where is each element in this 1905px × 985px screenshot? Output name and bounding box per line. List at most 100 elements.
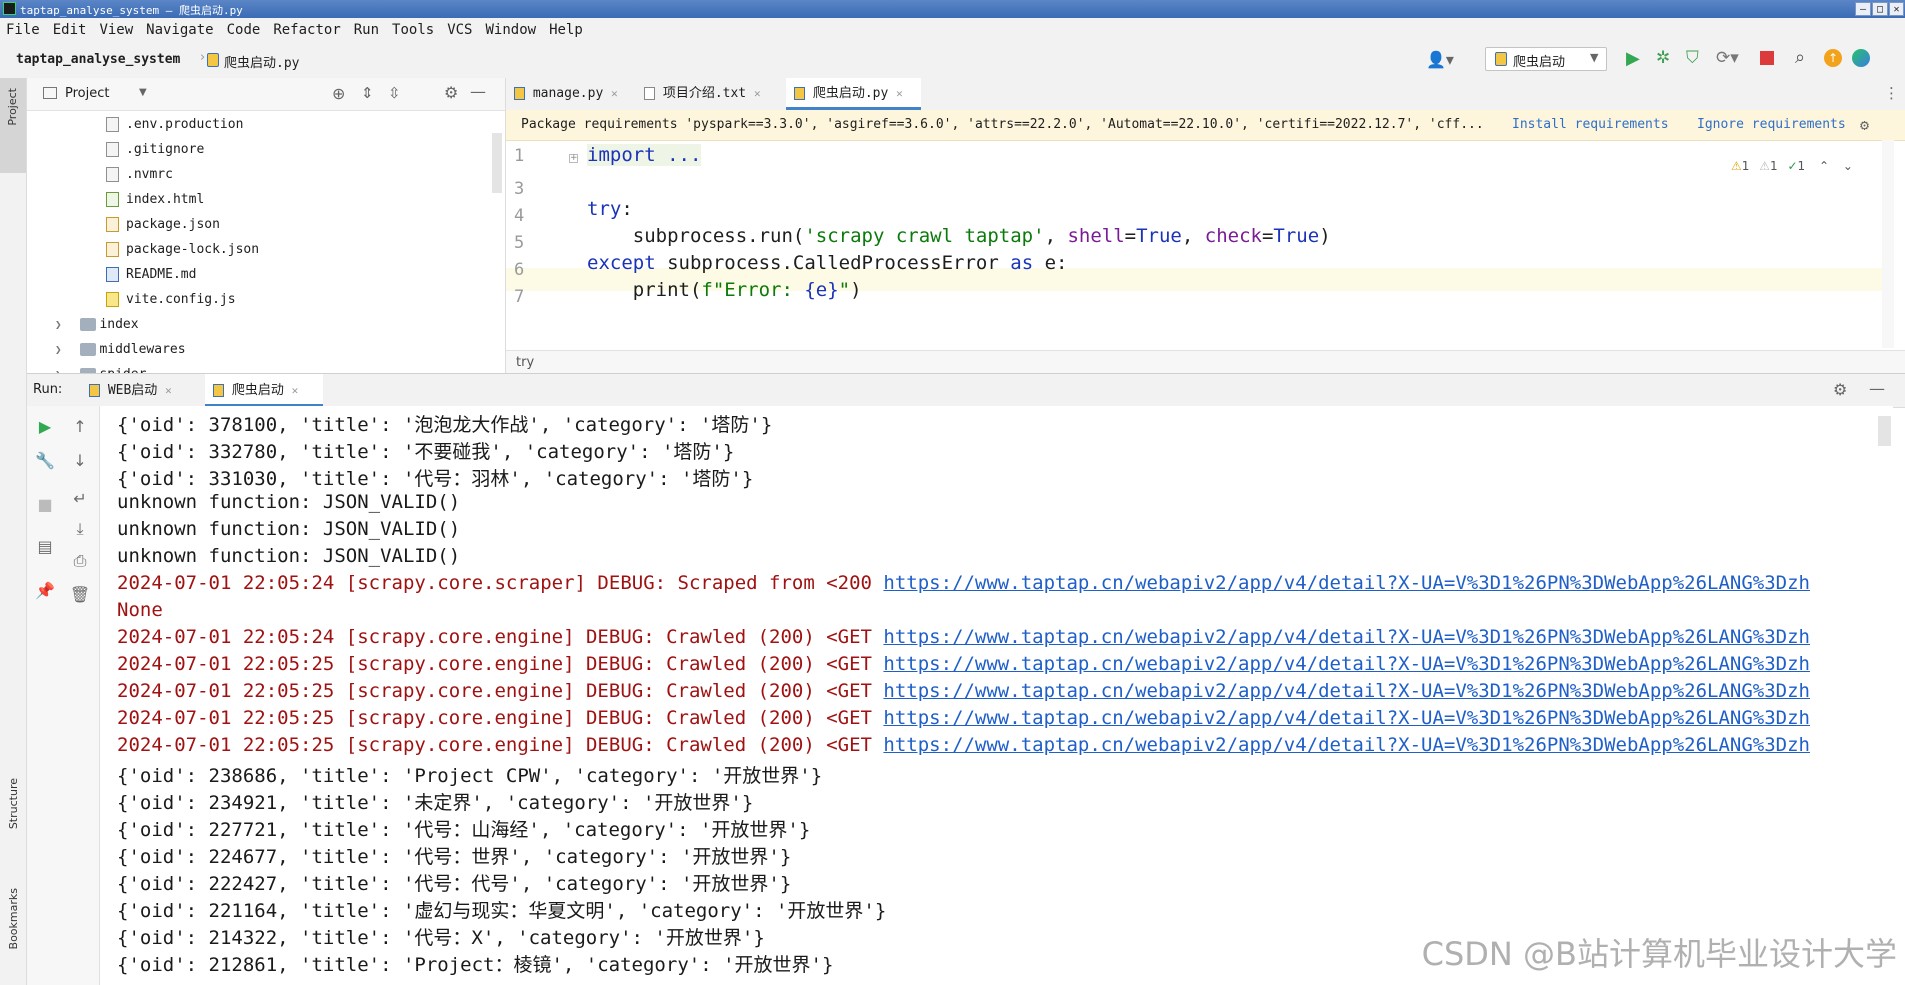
breadcrumb-item[interactable]: try [516, 351, 534, 373]
ide-logo-icon[interactable] [1852, 49, 1870, 67]
down-arrow-icon[interactable]: ↓ [69, 450, 91, 472]
expand-all-icon[interactable]: ⇕ [361, 84, 374, 102]
run-tab-web[interactable]: WEB启动 ✕ [89, 374, 199, 407]
inspection-widget[interactable]: ⚠1 ⚠1 ✓1 ⌃ ⌄ [1731, 159, 1853, 173]
tree-item[interactable]: README.md [106, 262, 196, 287]
console-link[interactable]: https://www.taptap.cn/webapiv2/app/v4/de… [883, 653, 1810, 675]
code-line-1[interactable]: import ... [587, 144, 702, 166]
trash-icon[interactable]: 🗑 [69, 584, 91, 606]
tab-spider-launch[interactable]: 爬虫启动.py ✕ [786, 78, 921, 110]
menu-view[interactable]: View [93, 22, 140, 38]
layout-icon[interactable]: ▤ [34, 536, 56, 558]
tree-item[interactable]: .gitignore [106, 137, 204, 162]
hide-panel-icon[interactable]: — [1869, 379, 1885, 398]
ignore-requirements-link[interactable]: Ignore requirements [1697, 110, 1846, 140]
profile-icon[interactable]: ⟳▾ [1716, 48, 1739, 68]
chevron-down-icon[interactable]: ⌄ [1843, 159, 1853, 173]
console-output[interactable]: {'oid': 378100, 'title': '泡泡龙大作战', 'cate… [100, 406, 1893, 985]
menu-run[interactable]: Run [348, 22, 386, 38]
console-link[interactable]: https://www.taptap.cn/webapiv2/app/v4/de… [883, 626, 1810, 648]
menu-window[interactable]: Window [480, 22, 544, 38]
menu-navigate[interactable]: Navigate [140, 22, 220, 38]
tab-manage-py[interactable]: manage.py ✕ [514, 78, 634, 110]
code-token: True [1136, 225, 1182, 247]
project-panel-title[interactable]: Project [65, 86, 109, 101]
tree-item[interactable]: package-lock.json [106, 237, 259, 262]
tree-item-label: .env.production [126, 117, 244, 132]
close-icon[interactable]: ✕ [896, 87, 903, 100]
close-icon[interactable]: ✕ [611, 87, 618, 100]
close-icon[interactable]: ✕ [292, 384, 299, 397]
tree-folder[interactable]: ❯ middlewares [55, 337, 186, 362]
stop-icon[interactable] [1760, 51, 1774, 65]
locate-icon[interactable]: ⊕ [332, 84, 345, 103]
gear-icon[interactable]: ⚙ [1833, 380, 1847, 399]
code-token: , [1181, 225, 1205, 247]
gear-icon[interactable]: ⚙ [1860, 110, 1869, 140]
code-line-6[interactable]: except subprocess.CalledProcessError as … [587, 252, 1067, 274]
maximize-button[interactable]: □ [1872, 2, 1888, 16]
tree-item[interactable]: package.json [106, 212, 220, 237]
console-link[interactable]: https://www.taptap.cn/webapiv2/app/v4/de… [883, 680, 1810, 702]
tree-folder[interactable]: ❯ index [55, 312, 139, 337]
project-tool-tab[interactable]: Project [0, 78, 26, 173]
soft-wrap-icon[interactable]: ↵ [69, 488, 91, 510]
structure-tool-tab[interactable]: Structure [7, 778, 20, 829]
console-scrollbar[interactable] [1878, 416, 1891, 446]
console-link[interactable]: https://www.taptap.cn/webapiv2/app/v4/de… [883, 572, 1810, 594]
menu-help[interactable]: Help [543, 22, 590, 38]
menu-code[interactable]: Code [221, 22, 268, 38]
rerun-icon[interactable]: ▶ [34, 416, 56, 438]
tree-item[interactable]: vite.config.js [106, 287, 236, 312]
hide-panel-icon[interactable]: — [470, 82, 486, 101]
search-icon[interactable]: ⌕ [1795, 47, 1805, 68]
code-line-5[interactable]: subprocess.run('scrapy crawl taptap', sh… [587, 225, 1331, 247]
close-icon[interactable]: ✕ [754, 87, 761, 100]
breadcrumb-file[interactable]: 爬虫启动.py [224, 52, 299, 71]
more-options-icon[interactable]: ⋮ [1884, 84, 1899, 102]
install-requirements-link[interactable]: Install requirements [1512, 110, 1669, 140]
stop-icon[interactable]: ■ [34, 494, 56, 516]
code-line-7[interactable]: print(f"Error: {e}") [587, 279, 862, 301]
tab-project-intro[interactable]: 项目介绍.txt ✕ [644, 78, 784, 110]
debug-icon[interactable]: ✲ [1656, 48, 1670, 68]
wrench-icon[interactable]: 🔧 [34, 450, 56, 472]
coverage-icon[interactable]: ⛉ [1686, 48, 1699, 68]
editor-scrollbar[interactable] [1882, 140, 1894, 348]
code-string: 'scrapy crawl taptap' [804, 225, 1045, 247]
menu-refactor[interactable]: Refactor [267, 22, 347, 38]
update-icon[interactable]: ↑ [1824, 49, 1842, 67]
close-window-button[interactable]: ✕ [1889, 2, 1904, 16]
bookmarks-tool-tab[interactable]: Bookmarks [7, 888, 20, 949]
fold-icon[interactable]: + [569, 154, 578, 163]
tree-folder[interactable]: ❯ spider [55, 362, 146, 373]
run-tab-spider[interactable]: 爬虫启动 ✕ [205, 374, 323, 407]
up-arrow-icon[interactable]: ↑ [69, 416, 91, 438]
code-line-4[interactable]: try: [587, 198, 633, 220]
collapse-all-icon[interactable]: ⇳ [388, 84, 401, 102]
minimize-button[interactable]: – [1855, 2, 1871, 16]
project-scrollbar[interactable] [492, 133, 502, 193]
close-icon[interactable]: ✕ [165, 384, 172, 397]
pin-icon[interactable]: 📌 [34, 580, 56, 602]
menu-edit[interactable]: Edit [47, 22, 94, 38]
tree-item[interactable]: index.html [106, 187, 204, 212]
console-link[interactable]: https://www.taptap.cn/webapiv2/app/v4/de… [883, 734, 1810, 756]
user-icon[interactable]: 👤▾ [1426, 50, 1454, 69]
menu-vcs[interactable]: VCS [441, 22, 479, 38]
chevron-right-icon[interactable]: ❯ [55, 343, 62, 356]
tree-item[interactable]: .env.production [106, 112, 243, 137]
menu-file[interactable]: File [0, 22, 47, 38]
tree-item[interactable]: .nvmrc [106, 162, 173, 187]
chevron-down-icon[interactable]: ▼ [139, 87, 147, 98]
run-config-selector[interactable]: 爬虫启动 ▼ [1485, 47, 1607, 71]
run-icon[interactable]: ▶ [1626, 48, 1640, 69]
chevron-right-icon[interactable]: ❯ [55, 318, 62, 331]
scroll-to-end-icon[interactable]: ⤓ [69, 518, 91, 540]
console-link[interactable]: https://www.taptap.cn/webapiv2/app/v4/de… [883, 707, 1810, 729]
chevron-up-icon[interactable]: ⌃ [1819, 159, 1829, 173]
gear-icon[interactable]: ⚙ [444, 83, 458, 102]
menu-tools[interactable]: Tools [386, 22, 441, 38]
breadcrumb-project[interactable]: taptap_analyse_system [16, 52, 180, 67]
print-icon[interactable]: ⎙ [69, 550, 91, 572]
